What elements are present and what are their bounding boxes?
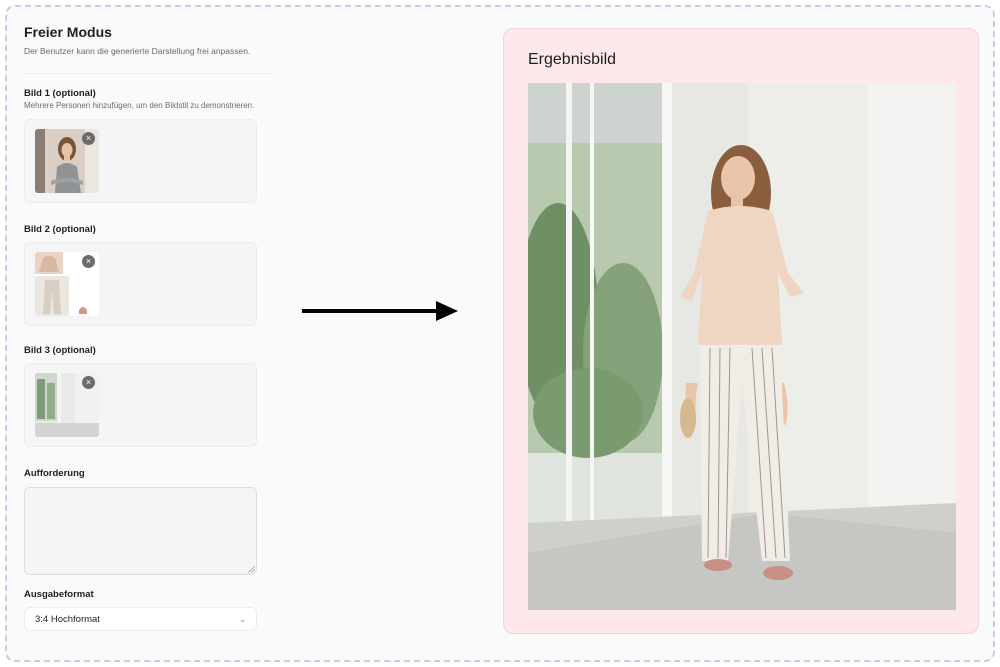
output-format-select[interactable]: 3:4 Hochformat ⌄	[24, 607, 257, 631]
header: Freier Modus Der Benutzer kann die gener…	[24, 24, 274, 56]
result-panel: Ergebnisbild	[503, 28, 979, 634]
image3-upload-box[interactable]: ×	[24, 363, 257, 447]
divider	[24, 73, 271, 74]
output-format-label: Ausgabeformat	[24, 589, 94, 600]
output-format-value: 3:4 Hochformat	[35, 613, 100, 625]
right-arrow-icon	[302, 301, 458, 321]
image2-label: Bild 2 (optional)	[24, 224, 96, 235]
image3-label: Bild 3 (optional)	[24, 345, 96, 356]
image1-label: Bild 1 (optional)	[24, 88, 96, 99]
result-image[interactable]	[528, 83, 956, 610]
image3-remove-button[interactable]: ×	[82, 376, 95, 389]
prompt-textarea[interactable]	[24, 487, 257, 575]
page-subtitle: Der Benutzer kann die generierte Darstel…	[24, 46, 251, 56]
image2-upload-box[interactable]: ×	[24, 242, 257, 326]
image1-upload-box[interactable]: ×	[24, 119, 257, 203]
resize-grip-icon[interactable]	[248, 566, 255, 573]
image1-remove-button[interactable]: ×	[82, 132, 95, 145]
prompt-label: Aufforderung	[24, 468, 85, 479]
page-title: Freier Modus	[24, 24, 112, 40]
generated-woman-in-white-room-image	[528, 83, 956, 610]
image1-hint: Mehrere Personen hinzufügen, um den Bild…	[24, 101, 255, 110]
image2-remove-button[interactable]: ×	[82, 255, 95, 268]
chevron-down-icon: ⌄	[239, 614, 246, 624]
result-title: Ergebnisbild	[528, 51, 617, 68]
